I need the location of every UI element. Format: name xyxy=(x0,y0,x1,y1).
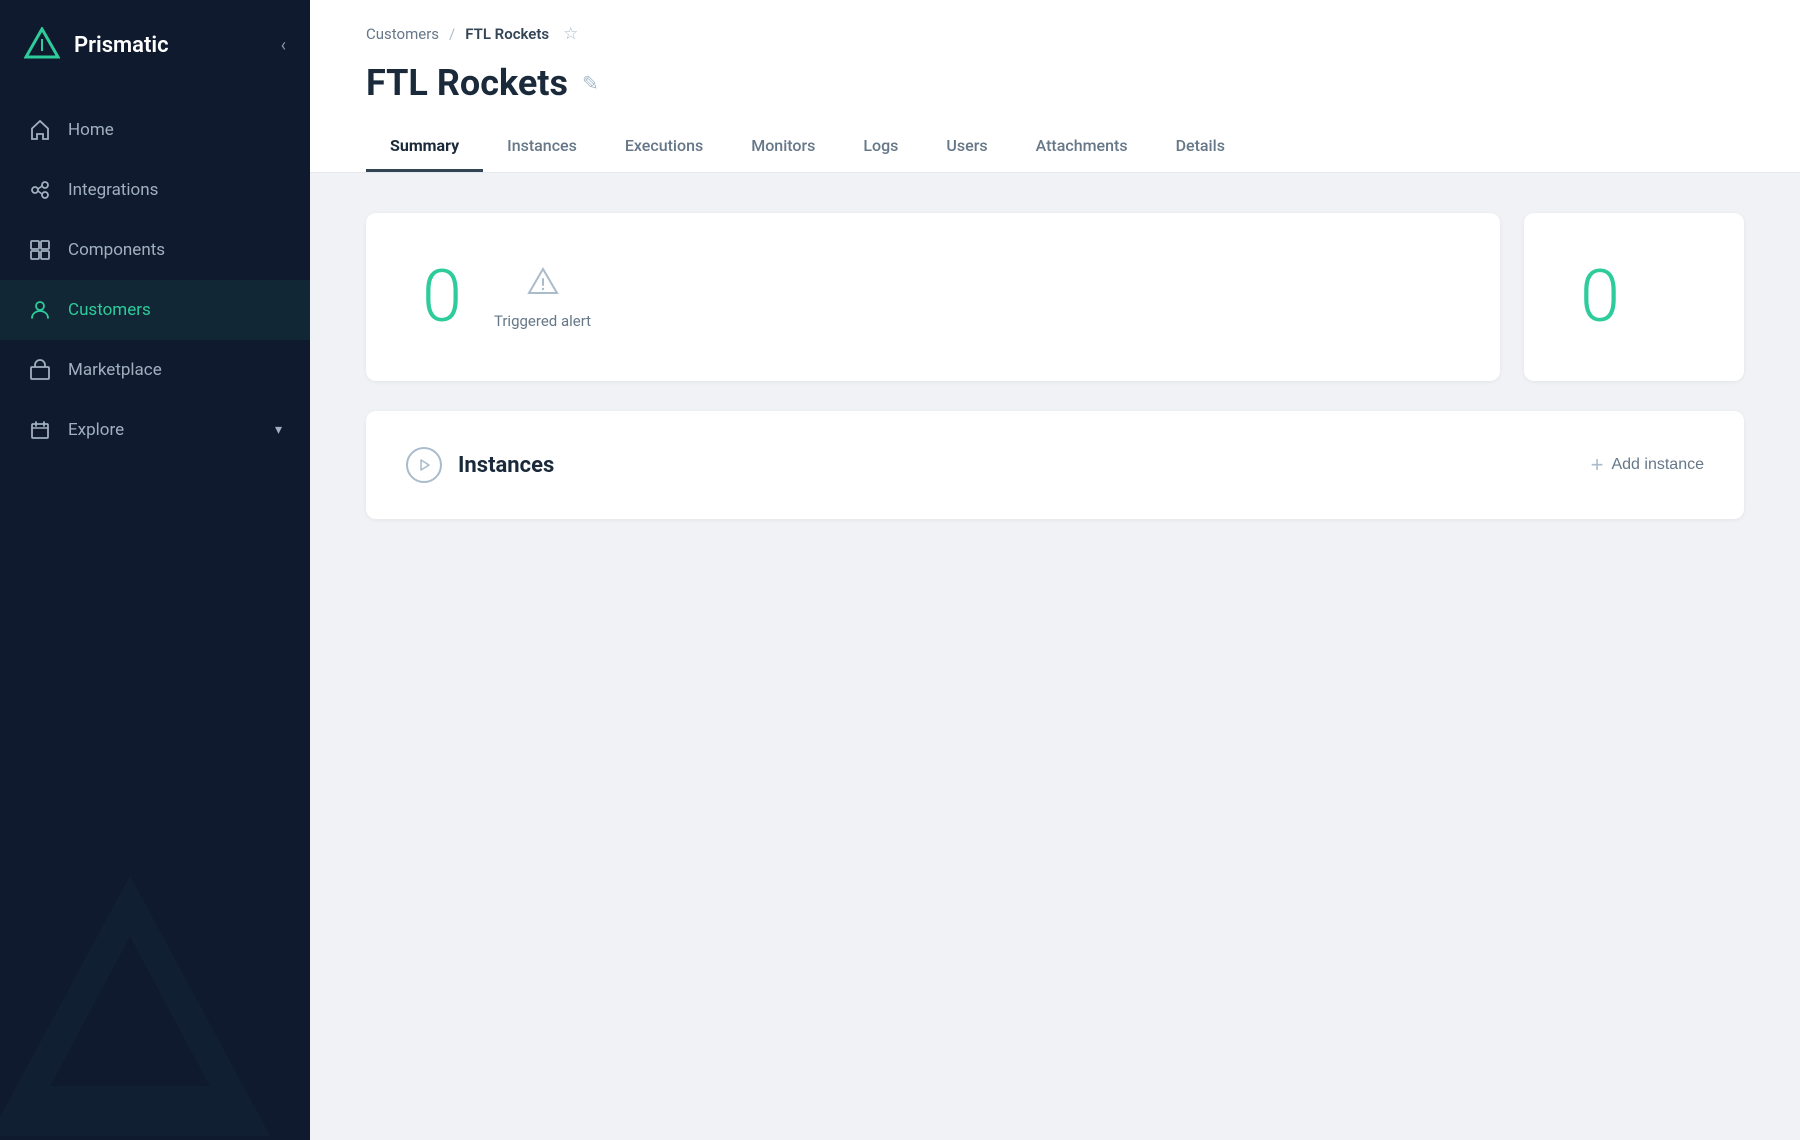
triggered-alert-count: 0 xyxy=(422,261,462,333)
sidebar-logo: Prismatic xyxy=(24,27,169,63)
customers-icon xyxy=(28,298,52,322)
summary-cards-row: 0 Triggered alert 0 xyxy=(366,213,1744,381)
add-instance-label: Add instance xyxy=(1611,456,1704,474)
page-title-row: FTL Rockets ✎ xyxy=(366,52,1744,104)
sidebar-item-explore-label: Explore xyxy=(68,420,124,440)
favorite-star-icon[interactable]: ☆ xyxy=(563,24,578,44)
sidebar-item-integrations[interactable]: Integrations xyxy=(0,160,310,220)
tab-monitors[interactable]: Monitors xyxy=(727,122,839,172)
add-instance-plus-icon: + xyxy=(1591,452,1604,478)
second-summary-card: 0 xyxy=(1524,213,1744,381)
sidebar-nav: Home Integrations Components Customers xyxy=(0,90,310,1140)
triggered-alert-card: 0 Triggered alert xyxy=(366,213,1500,381)
main-content: Customers / FTL Rockets ☆ FTL Rockets ✎ … xyxy=(310,0,1800,1140)
content-area: 0 Triggered alert 0 Inst xyxy=(310,173,1800,1140)
main-header: Customers / FTL Rockets ☆ FTL Rockets ✎ … xyxy=(310,0,1800,173)
tab-summary[interactable]: Summary xyxy=(366,122,483,172)
sidebar-item-marketplace-label: Marketplace xyxy=(68,360,162,380)
second-card-count: 0 xyxy=(1580,261,1620,333)
sidebar-item-home-label: Home xyxy=(68,120,114,140)
tab-details[interactable]: Details xyxy=(1152,122,1249,172)
tab-logs[interactable]: Logs xyxy=(839,122,922,172)
components-icon xyxy=(28,238,52,262)
tab-users[interactable]: Users xyxy=(922,122,1011,172)
sidebar-item-marketplace[interactable]: Marketplace xyxy=(0,340,310,400)
triggered-alert-icon-label: Triggered alert xyxy=(494,265,591,330)
tab-executions[interactable]: Executions xyxy=(601,122,727,172)
integrations-icon xyxy=(28,178,52,202)
sidebar-item-components-label: Components xyxy=(68,240,165,260)
tab-attachments[interactable]: Attachments xyxy=(1012,122,1152,172)
sidebar-item-integrations-label: Integrations xyxy=(68,180,158,200)
instances-section: Instances + Add instance xyxy=(366,411,1744,519)
sidebar-item-customers[interactable]: Customers xyxy=(0,280,310,340)
triggered-alert-label: Triggered alert xyxy=(494,312,591,330)
sidebar-collapse-button[interactable]: ‹ xyxy=(281,35,286,56)
page-title: FTL Rockets xyxy=(366,62,568,104)
add-instance-button[interactable]: + Add instance xyxy=(1591,452,1704,478)
sidebar: Prismatic ‹ Home Integrations Components xyxy=(0,0,310,1140)
instances-title: Instances xyxy=(458,453,554,478)
breadcrumb-separator: / xyxy=(449,25,455,43)
explore-icon xyxy=(28,418,52,442)
marketplace-icon xyxy=(28,358,52,382)
sidebar-item-home[interactable]: Home xyxy=(0,100,310,160)
app-name: Prismatic xyxy=(74,33,169,58)
sidebar-item-explore[interactable]: Explore ▾ xyxy=(0,400,310,460)
instances-title-group: Instances xyxy=(406,447,554,483)
instances-header: Instances + Add instance xyxy=(406,447,1704,483)
edit-icon[interactable]: ✎ xyxy=(582,71,599,95)
sidebar-item-components[interactable]: Components xyxy=(0,220,310,280)
chevron-down-icon: ▾ xyxy=(275,422,282,438)
prismatic-logo-icon xyxy=(24,27,60,63)
tab-instances[interactable]: Instances xyxy=(483,122,601,172)
instances-play-icon xyxy=(406,447,442,483)
breadcrumb-customers-link[interactable]: Customers xyxy=(366,25,439,43)
sidebar-item-customers-label: Customers xyxy=(68,300,151,320)
breadcrumb-current: FTL Rockets xyxy=(465,25,549,43)
home-icon xyxy=(28,118,52,142)
breadcrumb: Customers / FTL Rockets ☆ xyxy=(366,0,1744,52)
sidebar-header: Prismatic ‹ xyxy=(0,0,310,90)
alert-triangle-icon xyxy=(527,265,559,304)
tabs-row: Summary Instances Executions Monitors Lo… xyxy=(366,122,1744,172)
